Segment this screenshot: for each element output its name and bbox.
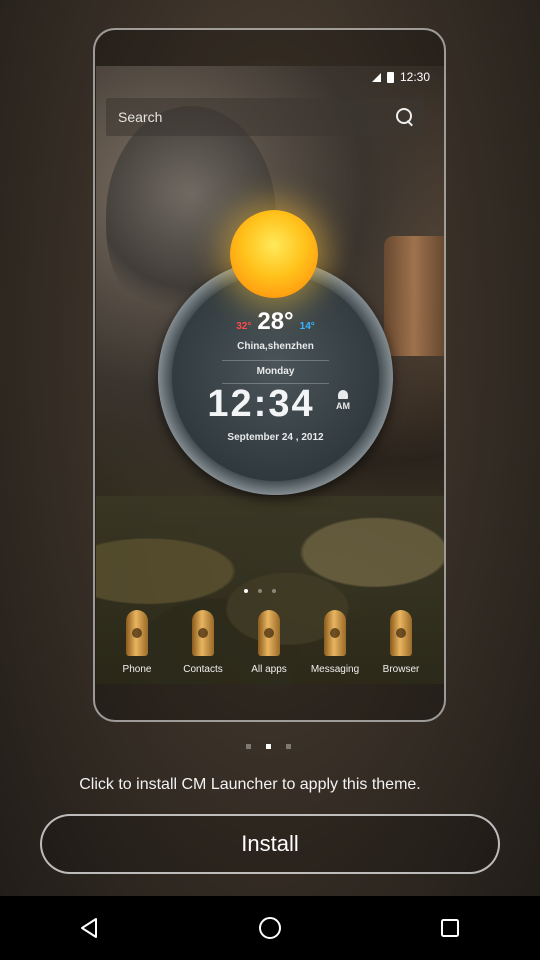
sun-icon (230, 210, 318, 298)
current-temperature: 28° (257, 308, 294, 335)
status-time: 12:30 (399, 70, 430, 84)
dock-item-phone[interactable]: Phone (104, 610, 170, 675)
home-icon[interactable] (257, 915, 283, 941)
page-dot[interactable] (246, 744, 251, 749)
low-temperature: 14° (299, 321, 315, 332)
theme-page-indicator (246, 744, 291, 749)
preview-page-indicator (244, 589, 276, 593)
search-label: Search (118, 109, 163, 125)
contacts-bullet-icon (192, 610, 214, 656)
dock-label: Contacts (183, 664, 223, 675)
clock-date: September 24 , 2012 (227, 432, 324, 443)
messaging-bullet-icon (324, 610, 346, 656)
preview-status-bar: 12:30 (96, 66, 444, 88)
theme-preview-screen: 12:30 Search 32° 28° 14° China,shenzhen … (0, 0, 540, 896)
phone-bullet-icon (126, 610, 148, 656)
all-apps-bullet-icon (258, 610, 280, 656)
preview-dock: Phone Contacts All apps Messaging Browse… (104, 610, 434, 675)
install-button[interactable]: Install (40, 814, 500, 874)
dock-item-all-apps[interactable]: All apps (236, 610, 302, 675)
preview-search-bar[interactable]: Search (106, 98, 424, 136)
dock-label: Phone (122, 664, 152, 675)
ampm-label: AM (336, 401, 350, 411)
navigation-bar (0, 896, 540, 960)
back-icon[interactable] (78, 916, 102, 940)
install-prompt: Click to install CM Launcher to apply th… (79, 776, 421, 793)
weather-clock-face (172, 274, 379, 481)
search-icon[interactable] (396, 108, 414, 126)
high-temperature: 32° (236, 321, 252, 332)
browser-bullet-icon (390, 610, 412, 656)
weather-temperatures: 32° 28° 14° (172, 308, 379, 336)
weather-city: China,shenzhen (237, 341, 314, 352)
recent-apps-icon[interactable] (438, 916, 462, 940)
widget-divider (222, 360, 329, 361)
page-dot (272, 589, 276, 593)
dock-item-browser[interactable]: Browser (368, 610, 434, 675)
dock-label: All apps (251, 664, 287, 675)
clock-ampm: AM (330, 390, 356, 411)
clock-time: 12:34 (207, 383, 315, 425)
rifle-stock-image (384, 236, 444, 356)
alarm-bell-icon (338, 390, 348, 399)
page-dot-active[interactable] (266, 744, 271, 749)
page-dot (258, 589, 262, 593)
weather-day: Monday (256, 366, 295, 377)
dock-item-messaging[interactable]: Messaging (302, 610, 368, 675)
dock-label: Messaging (310, 664, 360, 675)
battery-icon (386, 71, 394, 83)
page-dot (244, 589, 248, 593)
signal-icon (371, 72, 381, 82)
dock-label: Browser (382, 664, 420, 675)
page-dot[interactable] (286, 744, 291, 749)
dock-item-contacts[interactable]: Contacts (170, 610, 236, 675)
